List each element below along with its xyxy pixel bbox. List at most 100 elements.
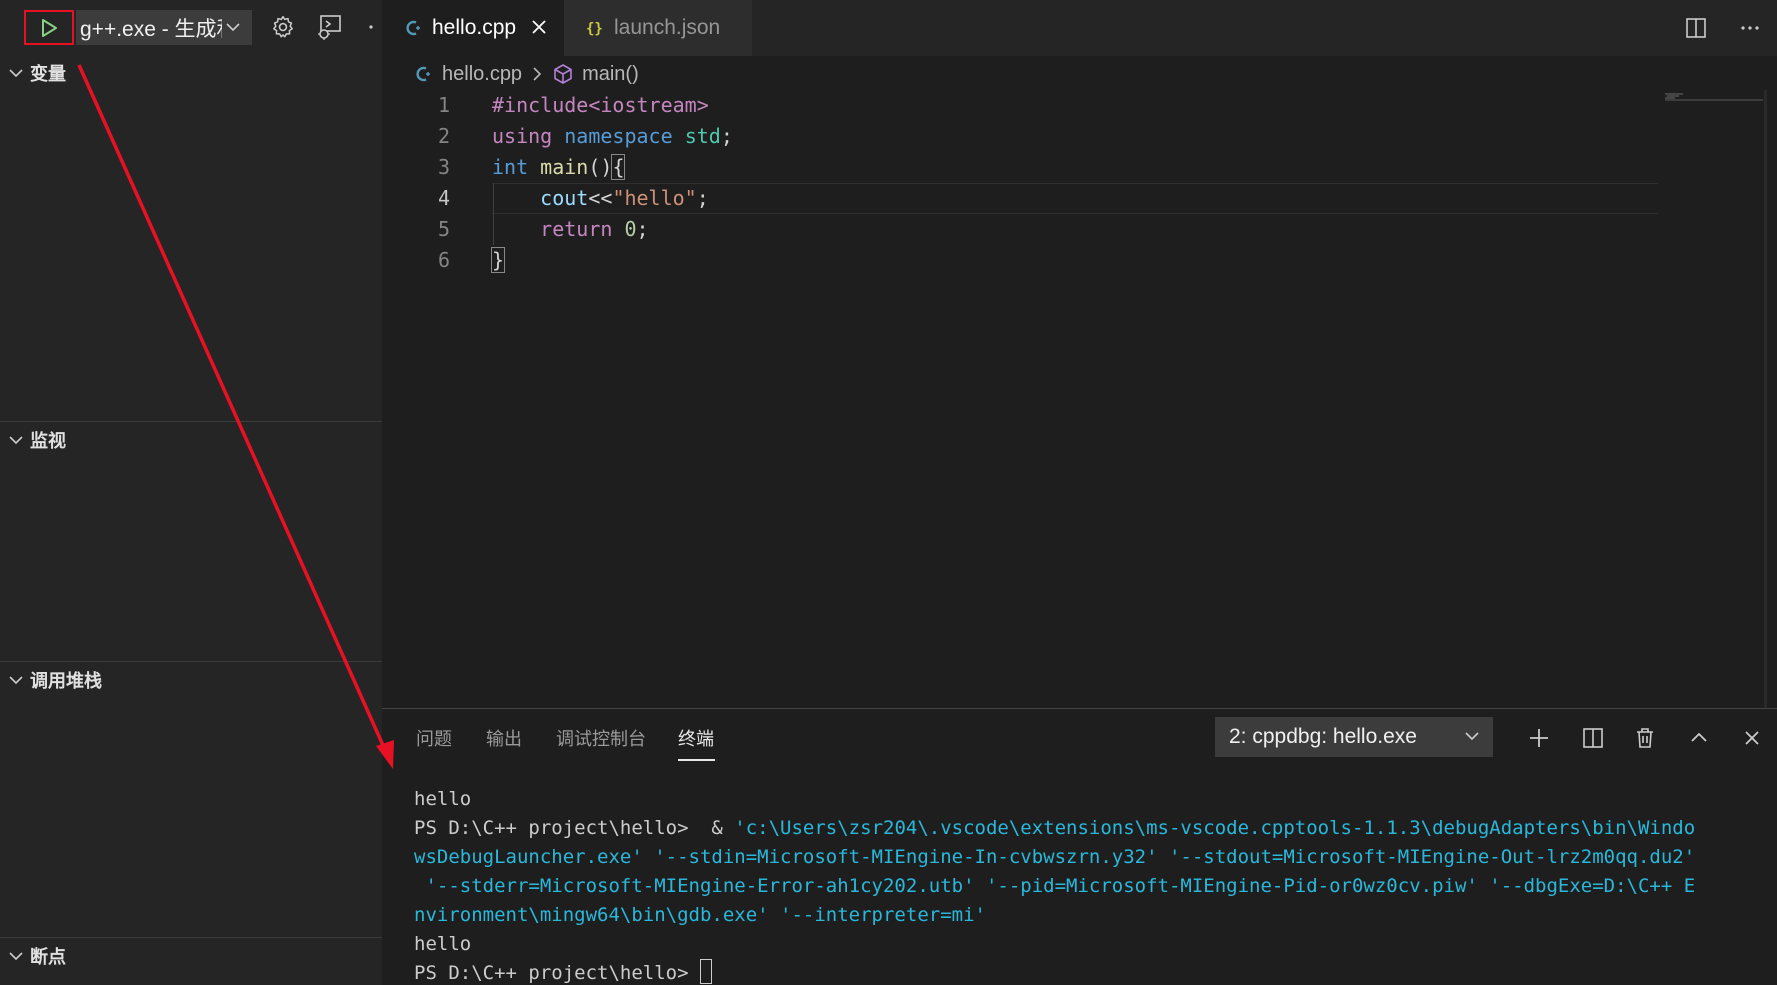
terminal-line: hello [414,785,1774,814]
tab-label: hello.cpp [432,16,517,39]
chevron-down-icon [226,23,240,32]
new-terminal-button[interactable] [1524,723,1554,753]
code-token: return [540,217,613,241]
code-line: 2 using namespace std; [382,121,1662,152]
more-actions-button[interactable] [1723,16,1777,40]
code-line: 3 int main(){ [382,152,1662,183]
tab-debug-console[interactable]: 调试控制台 [556,725,646,751]
chevron-down-icon [1465,732,1479,741]
section-divider [0,937,382,938]
open-launch-json-button[interactable] [268,12,298,42]
split-terminal-icon [1583,728,1603,748]
tab-label: launch.json [614,16,721,39]
breadcrumb-file[interactable]: hello.cpp [442,63,522,86]
chevron-right-icon [533,67,542,81]
editor-scrollbar[interactable] [1764,90,1767,710]
maximize-panel-button[interactable] [1684,723,1714,753]
code-token: main [540,155,589,179]
variables-section-header[interactable]: 变量 [0,56,382,90]
terminal-text: hello [414,933,472,955]
more-actions-button[interactable] [364,12,378,42]
code-token: using [492,124,553,148]
section-label: 监视 [30,431,66,452]
terminal-output[interactable]: hello PS D:\C++ project\hello> & 'c:\User… [414,785,1774,985]
close-panel-button[interactable] [1737,723,1767,753]
code-editor[interactable]: 1 #include<iostream> 2 using namespace std;… [382,90,1777,710]
code-token: 0 [624,217,637,241]
play-icon [42,18,57,37]
terminal-cursor [699,959,712,984]
debug-sidebar: g++.exe - 生成和调试活动文件 变量 [0,0,382,985]
line-number: 4 [437,186,450,210]
watch-section-header[interactable]: 监视 [0,423,382,457]
code-token: cout [540,186,589,210]
editor-tabs-bar: hello.cpp {} launch.json [382,0,1777,56]
terminal-line: PS D:\C++ project\hello> [414,959,1774,985]
code-text: #include<iostream> [492,90,709,121]
code-text: cout<<"hello"; [492,183,709,214]
tab-terminal[interactable]: 终端 [678,725,714,751]
debug-config-label: g++.exe - 生成和调试活动文件 [80,17,222,41]
code-line: 5 return 0; [382,214,1662,245]
terminal-text: hello [414,788,472,810]
debug-config-select[interactable]: g++.exe - 生成和调试活动文件 [76,10,252,45]
tab-problems[interactable]: 问题 [416,725,452,751]
code-token: std [684,124,721,148]
bottom-panel: 问题 输出 调试控制台 终端 2: cppdbg: hello.exe hell… [382,708,1777,985]
code-line: 6} [382,245,1662,276]
code-token: () [588,155,613,179]
split-editor-button[interactable] [1669,16,1723,40]
split-terminal-button[interactable] [1578,723,1608,753]
cpp-file-icon [406,20,420,36]
call-stack-section-header[interactable]: 调用堆栈 [0,663,382,697]
code-token: ; [720,124,733,148]
more-icon [369,25,373,29]
plus-icon [1530,729,1548,747]
method-cube-icon [554,64,572,84]
code-line: 1 #include<iostream> [382,90,1662,121]
tab-output[interactable]: 输出 [486,725,522,751]
section-label: 断点 [30,947,66,968]
code-token: ; [636,217,649,241]
start-debugging-button[interactable] [24,10,74,45]
editor-actions [1669,0,1777,56]
cpp-file-icon [416,66,430,82]
debug-console-icon [318,15,341,40]
gear-icon [273,15,293,38]
terminal-text: nvironment\mingw64\bin\gdb.exe' '--inter… [414,904,986,926]
code-token: int [492,155,529,179]
debug-console-button[interactable] [315,12,345,42]
code-text: } [490,245,506,276]
breadcrumb-symbol[interactable]: main() [582,63,639,86]
code-text: using namespace std; [492,121,733,152]
breakpoints-section-header[interactable]: 断点 [0,939,382,973]
terminal-line: hello [414,930,1774,959]
ellipsis-icon [1741,26,1759,30]
chevron-up-icon [1691,732,1707,742]
chevron-down-icon [9,436,23,445]
terminal-line: wsDebugLauncher.exe' '--stdin=Microsoft-… [414,843,1774,872]
terminal-selector-label: 2: cppdbg: hello.exe [1229,725,1417,748]
terminal-text: wsDebugLauncher.exe' '--stdin=Microsoft-… [414,846,1696,868]
svg-text:{}: {} [586,21,603,37]
section-divider [0,661,382,662]
kill-terminal-button[interactable] [1630,723,1660,753]
breadcrumb: hello.cpp main() [414,58,639,90]
active-tab-underline [678,759,715,761]
terminal-text: 'c:\Users\zsr204\.vscode\extensions\ms-v… [734,817,1696,839]
code-token: namespace [564,124,673,148]
terminal-selector[interactable]: 2: cppdbg: hello.exe [1215,717,1493,757]
close-icon [1745,731,1759,745]
tab-launch-json[interactable]: {} launch.json [564,0,752,56]
close-icon[interactable] [528,16,550,38]
line-number: 2 [437,124,450,148]
line-number: 1 [437,93,450,117]
section-divider [0,421,382,422]
code-text: int main(){ [492,152,626,183]
tab-hello-cpp[interactable]: hello.cpp [382,0,564,56]
code-text: return 0; [492,214,649,245]
